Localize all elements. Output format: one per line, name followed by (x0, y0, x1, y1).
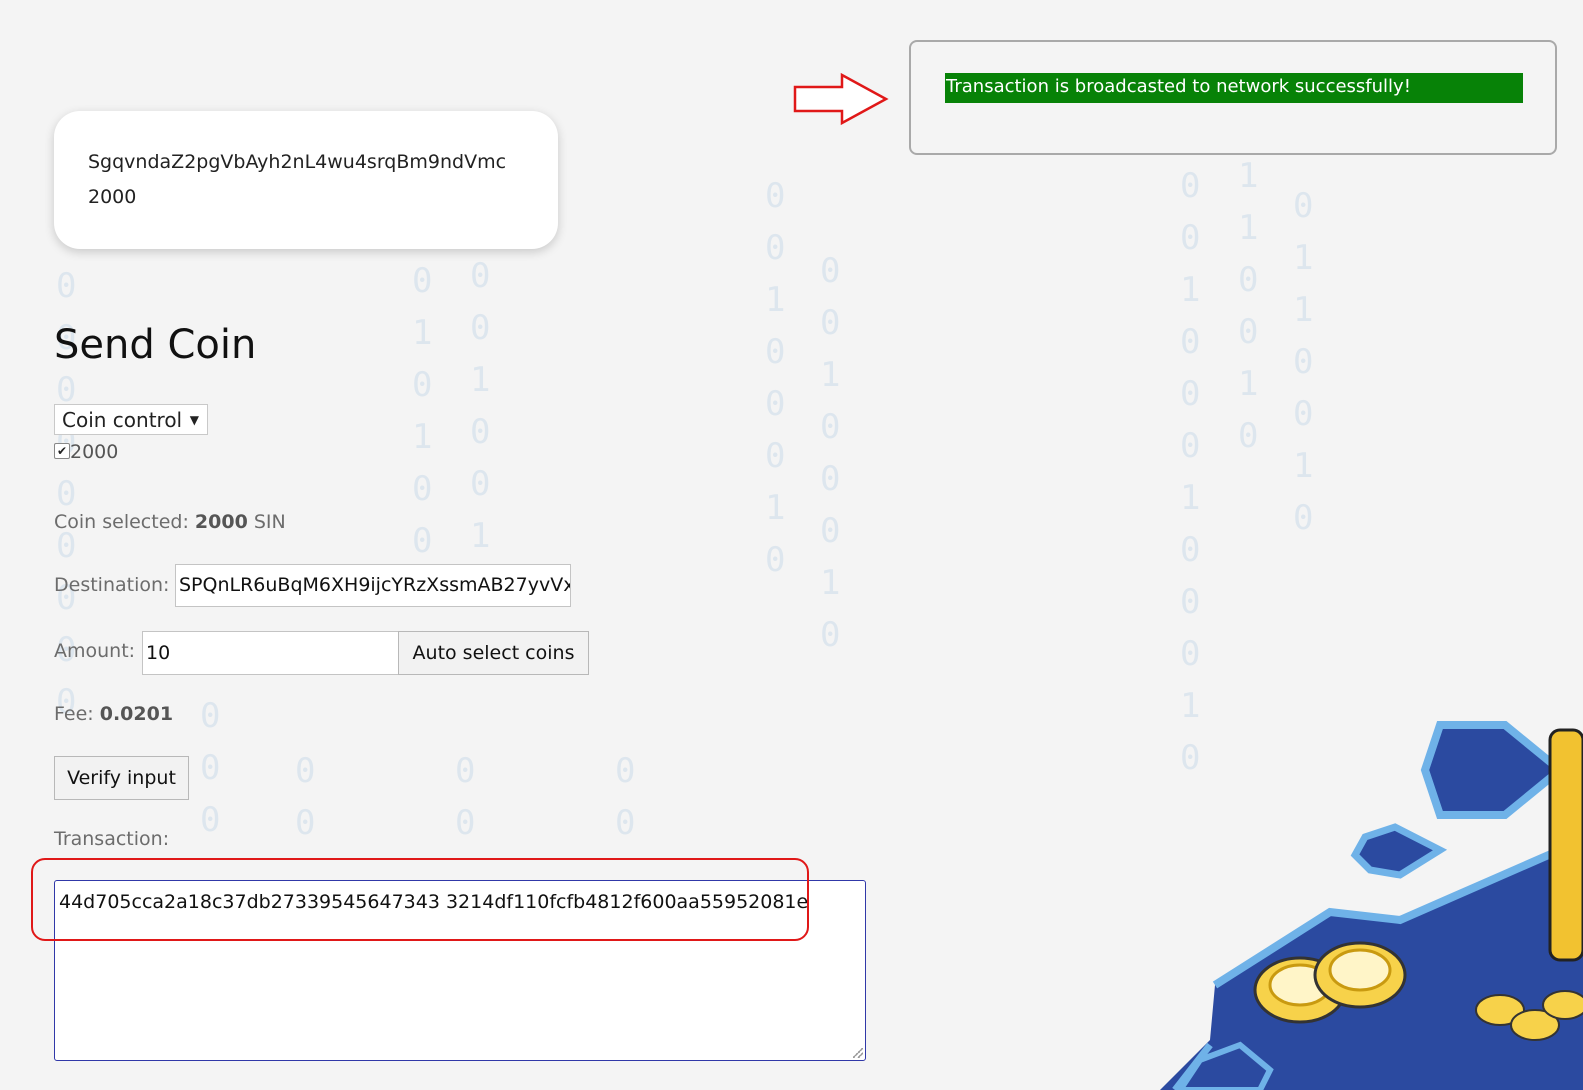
fee-label: Fee: (54, 703, 94, 725)
background-digits: 1 1 0 0 1 0 (1238, 156, 1259, 456)
arrow-right-icon (793, 72, 889, 126)
background-digits: 0 1 0 1 0 0 1 0 (412, 261, 433, 665)
wallet-address: SgqvndaZ2pgVbAyh2nL4wu4srqBm9ndVmc (88, 151, 507, 173)
coin-option-checkbox[interactable]: ✔ (54, 443, 70, 459)
fee-row: Fee: 0.0201 (54, 703, 173, 725)
background-digits: 0 0 (455, 751, 476, 843)
background-digits: 0 0 1 0 0 0 1 0 (820, 251, 841, 655)
notification-box: Transaction is broadcasted to network su… (909, 40, 1557, 155)
background-digits: 0 0 1 0 0 0 1 0 (765, 176, 786, 580)
verify-input-button[interactable]: Verify input (54, 756, 189, 800)
wallet-balance: 2000 (88, 186, 137, 208)
background-digits: 0 1 1 0 0 1 0 (1293, 186, 1314, 538)
red-highlight-box (31, 858, 809, 941)
coin-control-label: Coin control (62, 408, 183, 432)
background-digits: 0 0 0 (200, 696, 221, 840)
resize-handle-icon[interactable] (853, 1048, 863, 1058)
destination-input[interactable]: SPQnLR6uBqM6XH9ijcYRzXssmAB27yvVx (175, 564, 571, 607)
coin-control-select[interactable]: Coin control ▼ (54, 404, 208, 435)
amount-input[interactable]: 10 (142, 631, 399, 675)
chevron-down-icon: ▼ (189, 413, 199, 427)
address-card: SgqvndaZ2pgVbAyh2nL4wu4srqBm9ndVmc 2000 (54, 111, 558, 249)
background-digits: 0 0 1 0 0 0 1 0 0 0 1 0 (1180, 166, 1201, 778)
coin-selected-value: 2000 (194, 511, 248, 533)
coin-selected-label: Coin selected: (54, 511, 189, 533)
background-digits: 0 0 (615, 751, 636, 843)
background-digits: 0 0 1 0 0 1 0 (470, 256, 491, 608)
background-digits: 0 0 (295, 751, 316, 843)
auto-select-coins-button[interactable]: Auto select coins (398, 631, 589, 675)
coin-selected-unit: SIN (253, 511, 286, 533)
coins-illustration (1160, 721, 1583, 1090)
coin-option: ✔ 2000 (54, 441, 118, 463)
fee-value: 0.0201 (99, 703, 174, 725)
page-title: Send Coin (54, 322, 257, 368)
success-message: Transaction is broadcasted to network su… (945, 73, 1523, 103)
transaction-label: Transaction: (54, 828, 170, 850)
amount-label: Amount: (54, 640, 136, 662)
coin-option-label: 2000 (70, 441, 119, 463)
destination-label: Destination: (54, 574, 170, 596)
coin-selected-row: Coin selected: 2000 SIN (54, 511, 286, 533)
